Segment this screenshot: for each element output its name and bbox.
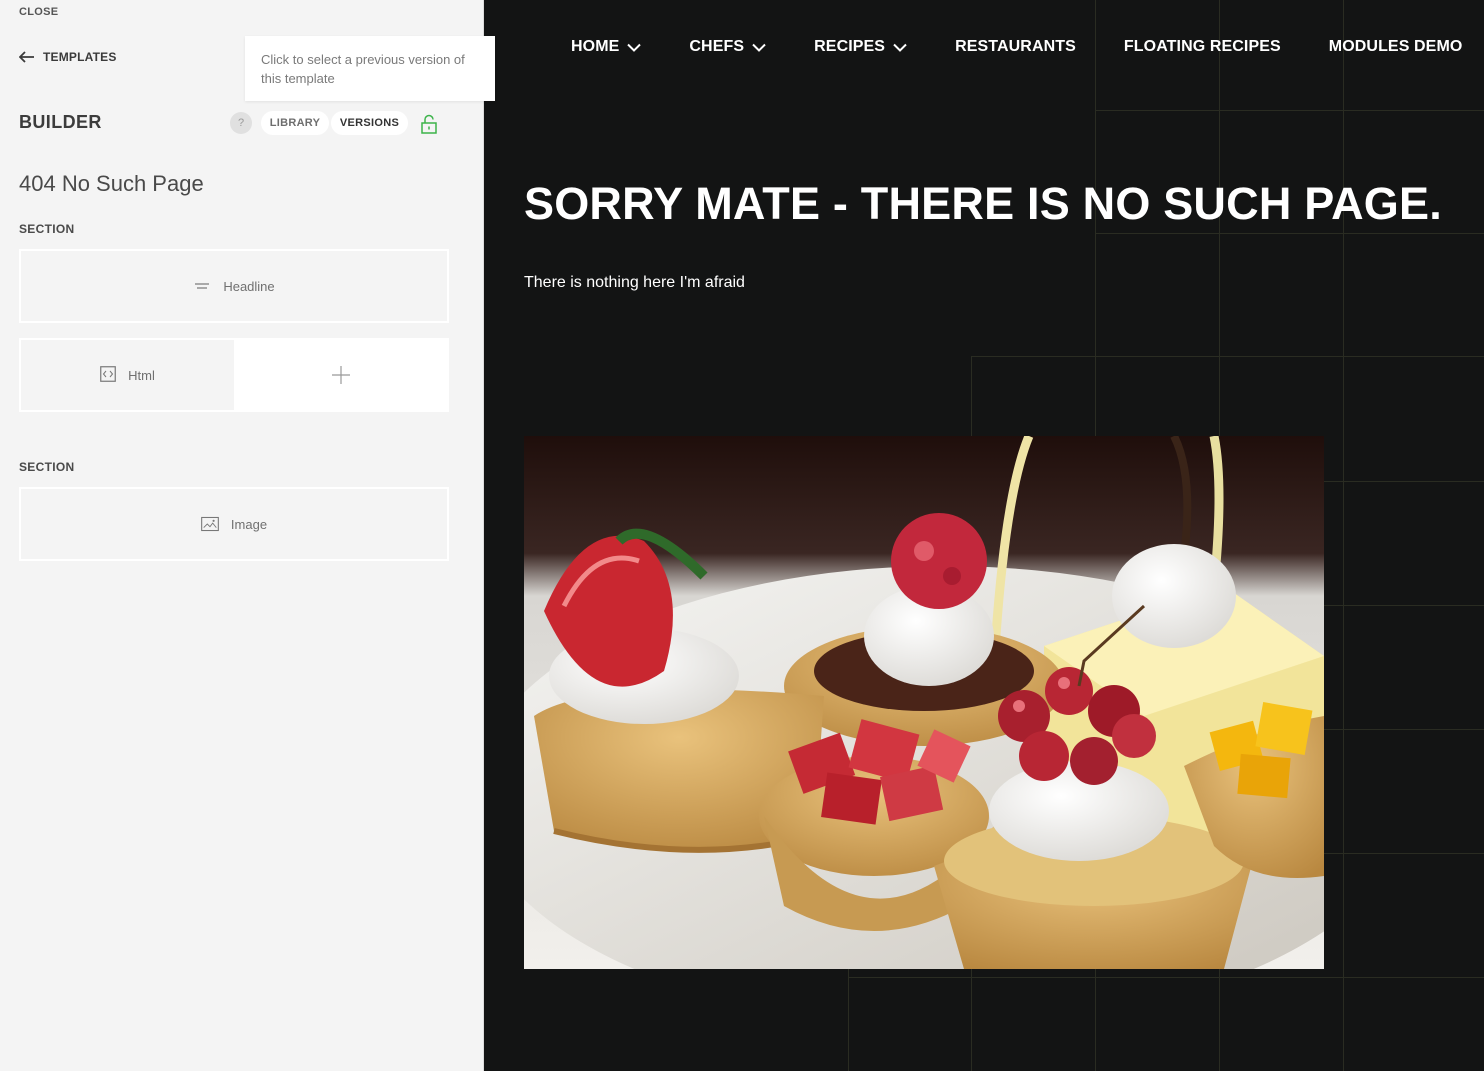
- nav-label: CHEFS: [689, 38, 745, 55]
- nav-item-recipes[interactable]: RECIPES: [814, 38, 907, 56]
- section-label: SECTION: [19, 222, 75, 236]
- site-preview: HOME CHEFS RECIPES RESTAURANTS FLOATING …: [484, 0, 1484, 1071]
- versions-button[interactable]: VERSIONS: [331, 111, 408, 135]
- page-subtext: There is nothing here I'm afraid: [524, 274, 745, 291]
- nav-item-restaurants[interactable]: RESTAURANTS: [955, 38, 1076, 56]
- nav-item-home[interactable]: HOME: [571, 38, 642, 56]
- code-icon: [100, 365, 116, 385]
- grid-line: [1324, 605, 1484, 606]
- chevron-down-icon: [893, 43, 907, 52]
- versions-tooltip: Click to select a previous version of th…: [245, 36, 495, 101]
- grid-line: [1095, 233, 1484, 234]
- close-button[interactable]: CLOSE: [19, 6, 58, 18]
- grid-line: [971, 356, 1484, 357]
- grid-line: [1324, 729, 1484, 730]
- grid-line: [1324, 853, 1484, 854]
- nav-item-chefs[interactable]: CHEFS: [689, 38, 766, 56]
- nav-label: FLOATING RECIPES: [1123, 38, 1281, 55]
- module-label: Headline: [223, 278, 275, 294]
- nav-item-modules-demo[interactable]: MODULES DEMO: [1329, 38, 1463, 56]
- main-nav: HOME CHEFS RECIPES RESTAURANTS FLOATING …: [571, 38, 1484, 56]
- grid-line: [1095, 110, 1484, 111]
- help-button[interactable]: ?: [230, 112, 252, 134]
- module-label: Image: [230, 516, 268, 532]
- image-module[interactable]: Image: [19, 487, 449, 561]
- module-row: Html: [19, 338, 449, 412]
- nav-label: MODULES DEMO: [1328, 38, 1463, 55]
- add-module-button[interactable]: [234, 340, 447, 410]
- templates-label: TEMPLATES: [43, 50, 117, 64]
- nav-label: RECIPES: [814, 38, 886, 55]
- headline-module[interactable]: Headline: [19, 249, 449, 323]
- grid-line: [1343, 0, 1344, 1071]
- arrow-left-icon: [19, 51, 34, 63]
- lock-open-icon[interactable]: [420, 114, 438, 134]
- chevron-down-icon: [752, 43, 766, 52]
- image-icon: [201, 516, 219, 532]
- html-module[interactable]: Html: [21, 340, 234, 410]
- builder-title: BUILDER: [19, 112, 102, 132]
- page-headline: SORRY MATE - THERE IS NO SUCH PAGE.: [524, 178, 1442, 229]
- page-name: 404 No Such Page: [19, 171, 204, 196]
- plus-icon: [331, 366, 350, 384]
- nav-item-floating-recipes[interactable]: FLOATING RECIPES: [1124, 38, 1281, 56]
- chevron-down-icon: [627, 43, 642, 52]
- grid-line: [848, 977, 1484, 978]
- headline-icon: [193, 278, 211, 294]
- builder-panel: CLOSE TEMPLATES Click to select a previo…: [0, 0, 495, 1071]
- nav-label: HOME: [571, 38, 620, 55]
- hero-image: [524, 436, 1324, 969]
- back-to-templates-link[interactable]: TEMPLATES: [19, 50, 117, 64]
- section-label: SECTION: [19, 460, 75, 474]
- module-label: Html: [128, 367, 155, 383]
- nav-label: RESTAURANTS: [955, 38, 1076, 55]
- library-button[interactable]: LIBRARY: [261, 111, 329, 135]
